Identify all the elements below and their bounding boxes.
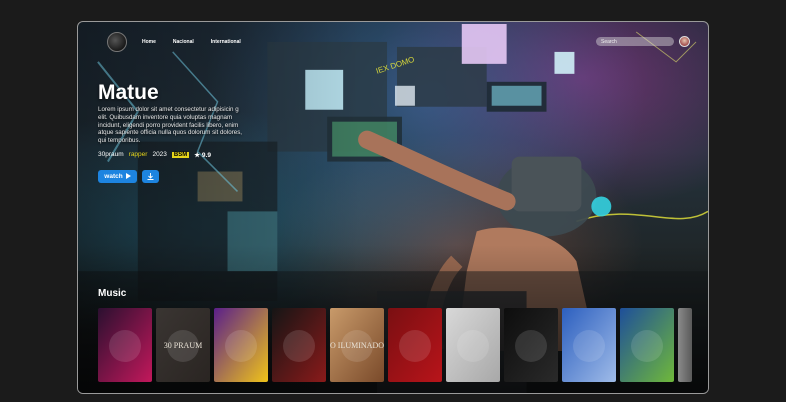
album-cover [272, 308, 326, 382]
album-cover: O ILUMINADO [330, 308, 384, 382]
label-badge: BSM [171, 151, 190, 158]
user-avatar[interactable] [679, 36, 690, 47]
app-window: IEX DOMO Home Nacional International [77, 21, 709, 394]
music-section-title: Music [98, 288, 127, 299]
album-card-partial[interactable] [678, 308, 692, 382]
album-cover [98, 308, 152, 382]
logo[interactable] [107, 32, 127, 52]
download-button[interactable] [142, 169, 159, 183]
nav-link-nacional[interactable]: Nacional [173, 39, 194, 45]
nav-link-international[interactable]: International [211, 39, 241, 45]
album-cover-text: O ILUMINADO [330, 341, 384, 350]
hero-title: Matue [98, 81, 159, 104]
watch-button[interactable]: watch [98, 169, 137, 183]
play-icon [125, 173, 131, 180]
album-card[interactable] [98, 308, 152, 382]
album-cover [214, 308, 268, 382]
artist-name: 30praum [98, 151, 124, 159]
rating: ★ 9.9 [194, 151, 211, 159]
main-nav: Home Nacional International [142, 39, 241, 45]
search-input[interactable] [596, 37, 674, 46]
hero-description: Lorem ipsum dolor sit amet consectetur a… [98, 106, 243, 145]
nav-link-home[interactable]: Home [142, 39, 156, 45]
album-carousel: 30 PRAUM O ILUMINADO [98, 308, 692, 382]
download-icon [147, 172, 154, 180]
album-cover [562, 308, 616, 382]
album-cover [504, 308, 558, 382]
album-cover [446, 308, 500, 382]
genre-label: rapper [128, 151, 148, 159]
watch-button-label: watch [104, 172, 123, 180]
album-card[interactable]: O ILUMINADO [330, 308, 384, 382]
album-cover: 30 PRAUM [156, 308, 210, 382]
album-cover [388, 308, 442, 382]
album-cover-text: 30 PRAUM [164, 341, 202, 350]
album-cover [620, 308, 674, 382]
top-navbar: Home Nacional International [78, 22, 708, 62]
album-card[interactable] [388, 308, 442, 382]
album-card[interactable] [446, 308, 500, 382]
hero-section: Matue Lorem ipsum dolor sit amet consect… [98, 82, 248, 183]
album-card[interactable] [504, 308, 558, 382]
album-card[interactable] [620, 308, 674, 382]
album-card[interactable]: 30 PRAUM [156, 308, 210, 382]
album-card[interactable] [214, 308, 268, 382]
album-card[interactable] [562, 308, 616, 382]
album-card[interactable] [272, 308, 326, 382]
hero-meta: 30praum rapper 2023 BSM ★ 9.9 [98, 151, 248, 159]
release-year: 2023 [152, 151, 167, 159]
hero-actions: watch [98, 169, 248, 183]
